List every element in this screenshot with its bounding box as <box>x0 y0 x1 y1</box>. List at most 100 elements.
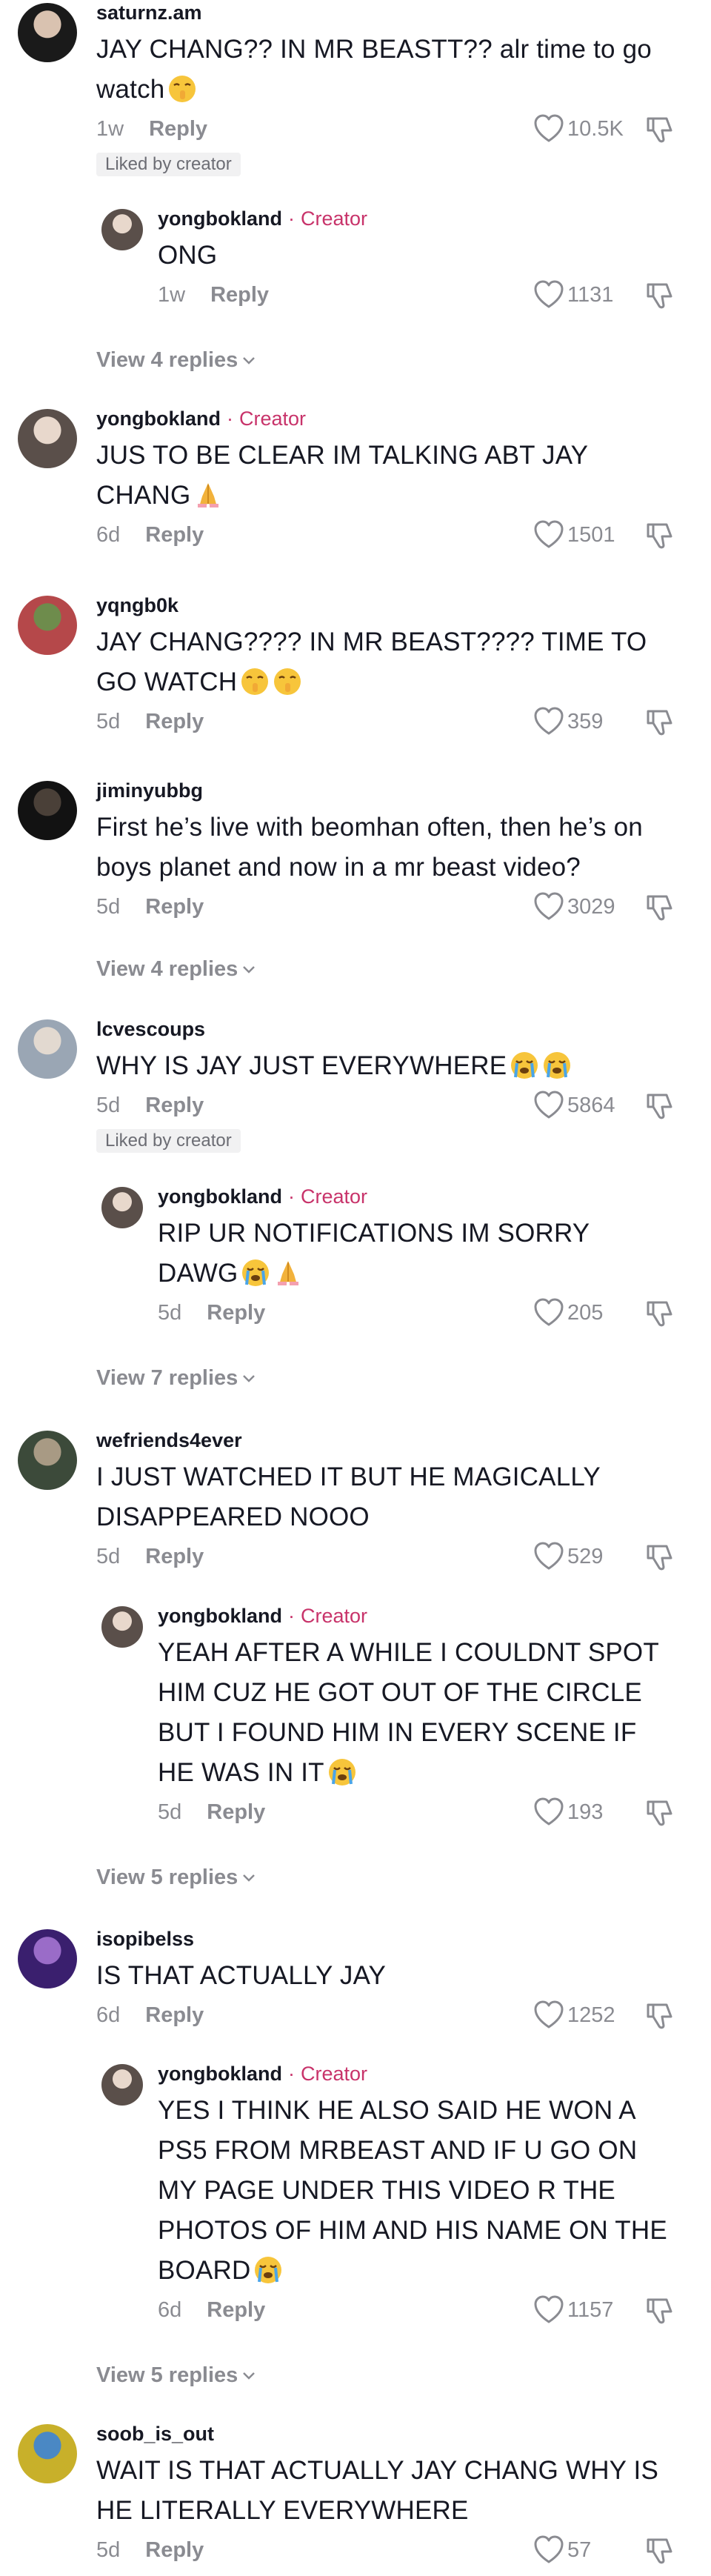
dislike-button[interactable] <box>644 520 675 551</box>
avatar[interactable] <box>101 1187 143 1228</box>
thumbs-down-icon <box>647 1800 672 1826</box>
username[interactable]: isopibelss <box>96 1928 194 1950</box>
dislike-button[interactable] <box>644 114 675 145</box>
reply-button[interactable]: Reply <box>207 1301 265 1325</box>
liked-by-creator-badge: Liked by creator <box>96 153 241 176</box>
avatar[interactable] <box>101 2064 143 2106</box>
reply-button[interactable]: Reply <box>145 895 204 919</box>
username[interactable]: wefriends4ever <box>96 1429 242 1451</box>
like-button[interactable]: 1131 <box>533 279 613 311</box>
username[interactable]: yongbokland <box>158 2063 282 2085</box>
username[interactable]: saturnz.am <box>96 1 202 24</box>
avatar[interactable] <box>18 596 77 655</box>
comment-meta: 5d Reply 529 <box>96 1540 674 1573</box>
user-line: yqngb0k <box>96 593 674 618</box>
like-button[interactable]: 359 <box>533 705 603 738</box>
user-line: yongbokland · Creator <box>96 406 674 431</box>
dislike-button[interactable] <box>644 1298 675 1329</box>
username[interactable]: jiminyubbg <box>96 779 203 802</box>
comment-body: saturnz.am JAY CHANG?? IN MR BEASTT?? alr… <box>96 0 674 176</box>
avatar[interactable] <box>18 1019 77 1079</box>
view-replies-link[interactable]: View 4 replies <box>96 348 257 373</box>
dislike-button[interactable] <box>644 2000 675 2031</box>
like-button[interactable]: 5864 <box>533 1089 615 1122</box>
avatar[interactable] <box>18 409 77 468</box>
view-replies-label: View 5 replies <box>96 1866 238 1889</box>
dislike-button[interactable] <box>644 2535 675 2566</box>
reply-button[interactable]: Reply <box>210 283 269 307</box>
creator-label: Creator <box>301 1185 368 1208</box>
username[interactable]: yongbokland <box>158 1185 282 1208</box>
reply-button[interactable]: Reply <box>145 710 204 733</box>
avatar[interactable] <box>101 1606 143 1648</box>
dislike-button[interactable] <box>644 1797 675 1828</box>
dislike-button[interactable] <box>644 280 675 311</box>
view-replies-link[interactable]: View 5 replies <box>96 2363 257 2388</box>
comment-text: YES I THINK HE ALSO SAID HE WON A PS5 FR… <box>158 2091 669 2291</box>
comment-meta: 6d Reply 1501 <box>96 519 674 551</box>
comment-time: 6d <box>158 2298 182 2322</box>
avatar[interactable] <box>18 2424 77 2483</box>
reply-button[interactable]: Reply <box>149 117 207 141</box>
view-replies-link[interactable]: View 5 replies <box>96 1866 257 1890</box>
dislike-button[interactable] <box>644 892 675 923</box>
username[interactable]: yongbokland <box>158 207 282 230</box>
username[interactable]: soob_is_out <box>96 2423 214 2445</box>
comment-time: 5d <box>96 710 121 733</box>
view-replies-link[interactable]: View 7 replies <box>96 1366 257 1391</box>
reply-button[interactable]: Reply <box>145 523 204 547</box>
reply-button[interactable]: Reply <box>145 2538 204 2562</box>
sob-emoji <box>511 1052 538 1079</box>
comment-meta: 5d Reply 193 <box>158 1796 672 1828</box>
dislike-button[interactable] <box>644 2295 675 2326</box>
chevron-down-icon <box>243 357 256 365</box>
comment-time: 5d <box>158 1800 182 1824</box>
comment-text-content: WHY IS JAY JUST EVERYWHERE <box>96 1051 507 1080</box>
like-button[interactable]: 1501 <box>533 519 615 551</box>
comment-time: 6d <box>96 2003 121 2027</box>
reply-button[interactable]: Reply <box>145 1094 204 1117</box>
comment-body: yongbokland · Creator RIP UR NOTIFICATIONS … <box>158 1184 672 1329</box>
dislike-button[interactable] <box>644 1542 675 1573</box>
comment-text: JAY CHANG???? IN MR BEAST???? TIME TO GO… <box>96 622 674 702</box>
like-count: 1131 <box>567 283 614 307</box>
like-count: 10.5K <box>567 117 624 141</box>
username[interactable]: yongbokland <box>96 407 221 430</box>
reply-button[interactable]: Reply <box>207 2298 265 2322</box>
username[interactable]: yqngb0k <box>96 594 178 616</box>
reply-button[interactable]: Reply <box>145 2003 204 2027</box>
avatar[interactable] <box>18 1431 77 1490</box>
username[interactable]: lcvescoups <box>96 1018 205 1040</box>
like-button[interactable]: 1157 <box>533 2294 613 2326</box>
avatar[interactable] <box>18 1929 77 1988</box>
separator-dot: · <box>288 207 295 230</box>
heart-icon <box>534 1797 564 1826</box>
shh-emoji <box>241 668 269 695</box>
dislike-button[interactable] <box>644 1091 675 1122</box>
comment-meta: 5d Reply 5864 <box>96 1089 674 1122</box>
view-replies-link[interactable]: View 4 replies <box>96 957 257 982</box>
like-button[interactable]: 529 <box>533 1540 603 1573</box>
avatar[interactable] <box>18 3 77 62</box>
reply-button[interactable]: Reply <box>207 1800 265 1824</box>
reply-button[interactable]: Reply <box>145 1545 204 1568</box>
comment-body: yqngb0k JAY CHANG???? IN MR BEAST???? TIM… <box>96 593 674 738</box>
like-button[interactable]: 1252 <box>533 1999 615 2031</box>
thumbs-down-icon <box>647 895 672 921</box>
avatar[interactable] <box>101 209 143 250</box>
like-button[interactable]: 57 <box>533 2534 591 2566</box>
avatar[interactable] <box>18 781 77 840</box>
sob-emoji <box>255 2257 282 2283</box>
dislike-button[interactable] <box>644 707 675 738</box>
comment-text: ONG <box>158 236 669 276</box>
heart-icon <box>534 520 564 548</box>
like-button[interactable]: 205 <box>533 1297 603 1329</box>
username[interactable]: yongbokland <box>158 1605 282 1627</box>
heart-icon <box>534 1542 564 1570</box>
like-button[interactable]: 193 <box>533 1796 603 1828</box>
heart-icon <box>534 1298 564 1326</box>
like-button[interactable]: 10.5K <box>533 113 624 145</box>
separator-dot: · <box>288 1605 295 1627</box>
thumbs-down-icon <box>647 117 672 143</box>
like-button[interactable]: 3029 <box>533 891 615 923</box>
